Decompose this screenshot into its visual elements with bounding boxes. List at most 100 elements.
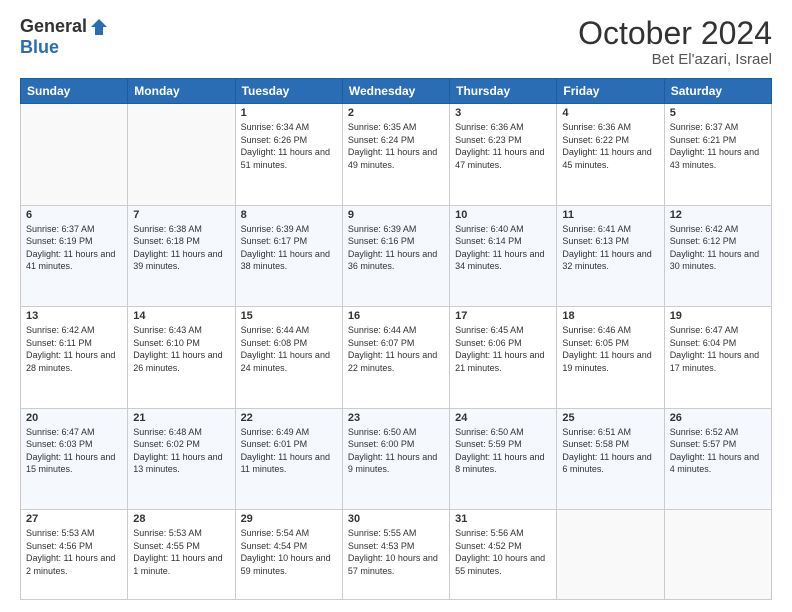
- day-number: 28: [133, 513, 229, 525]
- calendar-day: 6 Sunrise: 6:37 AM Sunset: 6:19 PM Daylig…: [21, 205, 128, 306]
- calendar-day: 29Sunrise: 5:54 AM Sunset: 4:54 PM Dayli…: [235, 510, 342, 600]
- calendar-day: 1 Sunrise: 6:34 AM Sunset: 6:26 PM Daylig…: [235, 104, 342, 205]
- calendar-day: [21, 104, 128, 205]
- day-number: 25: [562, 412, 658, 424]
- day-info: Sunrise: 6:45 AM Sunset: 6:06 PM Dayligh…: [455, 324, 551, 374]
- calendar-day: 13 Sunrise: 6:42 AM Sunset: 6:11 PM Dayli…: [21, 307, 128, 408]
- calendar-day: 27 Sunrise: 5:53 AM Sunset: 4:56 PM Dayli…: [21, 510, 128, 600]
- day-number: 3: [455, 107, 551, 119]
- calendar-header-row: SundayMondayTuesdayWednesdayThursdayFrid…: [21, 79, 772, 104]
- day-number: 26: [670, 412, 766, 424]
- day-info: Sunrise: 6:42 AM Sunset: 6:12 PM Dayligh…: [670, 223, 766, 273]
- day-info: Sunrise: 6:37 AM Sunset: 6:19 PM Dayligh…: [26, 223, 122, 273]
- calendar-day: 30 Sunrise: 5:55 AM Sunset: 4:53 PM Dayli…: [342, 510, 449, 600]
- month-title: October 2024: [578, 16, 772, 51]
- page: General Blue October 2024 Bet El'azari, …: [0, 0, 792, 612]
- calendar: SundayMondayTuesdayWednesdayThursdayFrid…: [20, 78, 772, 600]
- calendar-week-row: 20Sunrise: 6:47 AM Sunset: 6:03 PM Dayli…: [21, 408, 772, 509]
- calendar-day: 25 Sunrise: 6:51 AM Sunset: 5:58 PM Dayli…: [557, 408, 664, 509]
- day-number: 13: [26, 310, 122, 322]
- calendar-day: 17Sunrise: 6:45 AM Sunset: 6:06 PM Dayli…: [450, 307, 557, 408]
- calendar-header-wednesday: Wednesday: [342, 79, 449, 104]
- day-info: Sunrise: 5:53 AM Sunset: 4:55 PM Dayligh…: [133, 527, 229, 577]
- day-number: 27: [26, 513, 122, 525]
- day-info: Sunrise: 6:47 AM Sunset: 6:03 PM Dayligh…: [26, 426, 122, 476]
- day-number: 19: [670, 310, 766, 322]
- calendar-day: [664, 510, 771, 600]
- day-number: 22: [241, 412, 337, 424]
- calendar-header-monday: Monday: [128, 79, 235, 104]
- day-number: 7: [133, 209, 229, 221]
- day-number: 2: [348, 107, 444, 119]
- day-number: 30: [348, 513, 444, 525]
- day-info: Sunrise: 5:54 AM Sunset: 4:54 PM Dayligh…: [241, 527, 337, 577]
- day-info: Sunrise: 6:51 AM Sunset: 5:58 PM Dayligh…: [562, 426, 658, 476]
- day-number: 9: [348, 209, 444, 221]
- day-info: Sunrise: 6:41 AM Sunset: 6:13 PM Dayligh…: [562, 223, 658, 273]
- day-number: 10: [455, 209, 551, 221]
- day-number: 31: [455, 513, 551, 525]
- day-number: 15: [241, 310, 337, 322]
- day-info: Sunrise: 6:34 AM Sunset: 6:26 PM Dayligh…: [241, 121, 337, 171]
- calendar-day: 7 Sunrise: 6:38 AM Sunset: 6:18 PM Daylig…: [128, 205, 235, 306]
- day-number: 4: [562, 107, 658, 119]
- calendar-header-sunday: Sunday: [21, 79, 128, 104]
- calendar-header-saturday: Saturday: [664, 79, 771, 104]
- day-number: 14: [133, 310, 229, 322]
- day-info: Sunrise: 5:55 AM Sunset: 4:53 PM Dayligh…: [348, 527, 444, 577]
- day-number: 18: [562, 310, 658, 322]
- day-info: Sunrise: 6:44 AM Sunset: 6:07 PM Dayligh…: [348, 324, 444, 374]
- day-info: Sunrise: 5:56 AM Sunset: 4:52 PM Dayligh…: [455, 527, 551, 577]
- day-info: Sunrise: 6:36 AM Sunset: 6:22 PM Dayligh…: [562, 121, 658, 171]
- calendar-day: 4 Sunrise: 6:36 AM Sunset: 6:22 PM Daylig…: [557, 104, 664, 205]
- calendar-day: 21Sunrise: 6:48 AM Sunset: 6:02 PM Dayli…: [128, 408, 235, 509]
- calendar-day: 2 Sunrise: 6:35 AM Sunset: 6:24 PM Daylig…: [342, 104, 449, 205]
- title-block: October 2024 Bet El'azari, Israel: [578, 16, 772, 68]
- calendar-day: 24 Sunrise: 6:50 AM Sunset: 5:59 PM Dayli…: [450, 408, 557, 509]
- calendar-day: 23Sunrise: 6:50 AM Sunset: 6:00 PM Dayli…: [342, 408, 449, 509]
- day-info: Sunrise: 6:37 AM Sunset: 6:21 PM Dayligh…: [670, 121, 766, 171]
- calendar-day: [557, 510, 664, 600]
- calendar-week-row: 6 Sunrise: 6:37 AM Sunset: 6:19 PM Daylig…: [21, 205, 772, 306]
- calendar-day: [128, 104, 235, 205]
- day-info: Sunrise: 6:39 AM Sunset: 6:17 PM Dayligh…: [241, 223, 337, 273]
- header: General Blue October 2024 Bet El'azari, …: [20, 16, 772, 68]
- day-info: Sunrise: 6:50 AM Sunset: 6:00 PM Dayligh…: [348, 426, 444, 476]
- day-info: Sunrise: 6:35 AM Sunset: 6:24 PM Dayligh…: [348, 121, 444, 171]
- calendar-day: 16 Sunrise: 6:44 AM Sunset: 6:07 PM Dayli…: [342, 307, 449, 408]
- calendar-day: 18 Sunrise: 6:46 AM Sunset: 6:05 PM Dayli…: [557, 307, 664, 408]
- calendar-day: 8Sunrise: 6:39 AM Sunset: 6:17 PM Daylig…: [235, 205, 342, 306]
- calendar-header-thursday: Thursday: [450, 79, 557, 104]
- day-number: 1: [241, 107, 337, 119]
- calendar-day: 20Sunrise: 6:47 AM Sunset: 6:03 PM Dayli…: [21, 408, 128, 509]
- calendar-day: 26 Sunrise: 6:52 AM Sunset: 5:57 PM Dayli…: [664, 408, 771, 509]
- day-number: 16: [348, 310, 444, 322]
- day-info: Sunrise: 6:39 AM Sunset: 6:16 PM Dayligh…: [348, 223, 444, 273]
- logo-icon: [89, 17, 109, 37]
- calendar-header-tuesday: Tuesday: [235, 79, 342, 104]
- day-number: 5: [670, 107, 766, 119]
- calendar-day: 28 Sunrise: 5:53 AM Sunset: 4:55 PM Dayli…: [128, 510, 235, 600]
- day-info: Sunrise: 6:42 AM Sunset: 6:11 PM Dayligh…: [26, 324, 122, 374]
- calendar-week-row: 13 Sunrise: 6:42 AM Sunset: 6:11 PM Dayli…: [21, 307, 772, 408]
- day-info: Sunrise: 6:47 AM Sunset: 6:04 PM Dayligh…: [670, 324, 766, 374]
- day-number: 11: [562, 209, 658, 221]
- calendar-day: 19 Sunrise: 6:47 AM Sunset: 6:04 PM Dayli…: [664, 307, 771, 408]
- day-info: Sunrise: 5:53 AM Sunset: 4:56 PM Dayligh…: [26, 527, 122, 577]
- day-info: Sunrise: 6:43 AM Sunset: 6:10 PM Dayligh…: [133, 324, 229, 374]
- day-number: 24: [455, 412, 551, 424]
- day-info: Sunrise: 6:46 AM Sunset: 6:05 PM Dayligh…: [562, 324, 658, 374]
- day-number: 6: [26, 209, 122, 221]
- calendar-day: 12 Sunrise: 6:42 AM Sunset: 6:12 PM Dayli…: [664, 205, 771, 306]
- day-info: Sunrise: 6:52 AM Sunset: 5:57 PM Dayligh…: [670, 426, 766, 476]
- calendar-day: 3 Sunrise: 6:36 AM Sunset: 6:23 PM Daylig…: [450, 104, 557, 205]
- day-number: 12: [670, 209, 766, 221]
- day-info: Sunrise: 6:40 AM Sunset: 6:14 PM Dayligh…: [455, 223, 551, 273]
- calendar-day: 15Sunrise: 6:44 AM Sunset: 6:08 PM Dayli…: [235, 307, 342, 408]
- day-info: Sunrise: 6:38 AM Sunset: 6:18 PM Dayligh…: [133, 223, 229, 273]
- day-number: 21: [133, 412, 229, 424]
- calendar-day: 31 Sunrise: 5:56 AM Sunset: 4:52 PM Dayli…: [450, 510, 557, 600]
- day-info: Sunrise: 6:50 AM Sunset: 5:59 PM Dayligh…: [455, 426, 551, 476]
- calendar-day: 10 Sunrise: 6:40 AM Sunset: 6:14 PM Dayli…: [450, 205, 557, 306]
- day-info: Sunrise: 6:36 AM Sunset: 6:23 PM Dayligh…: [455, 121, 551, 171]
